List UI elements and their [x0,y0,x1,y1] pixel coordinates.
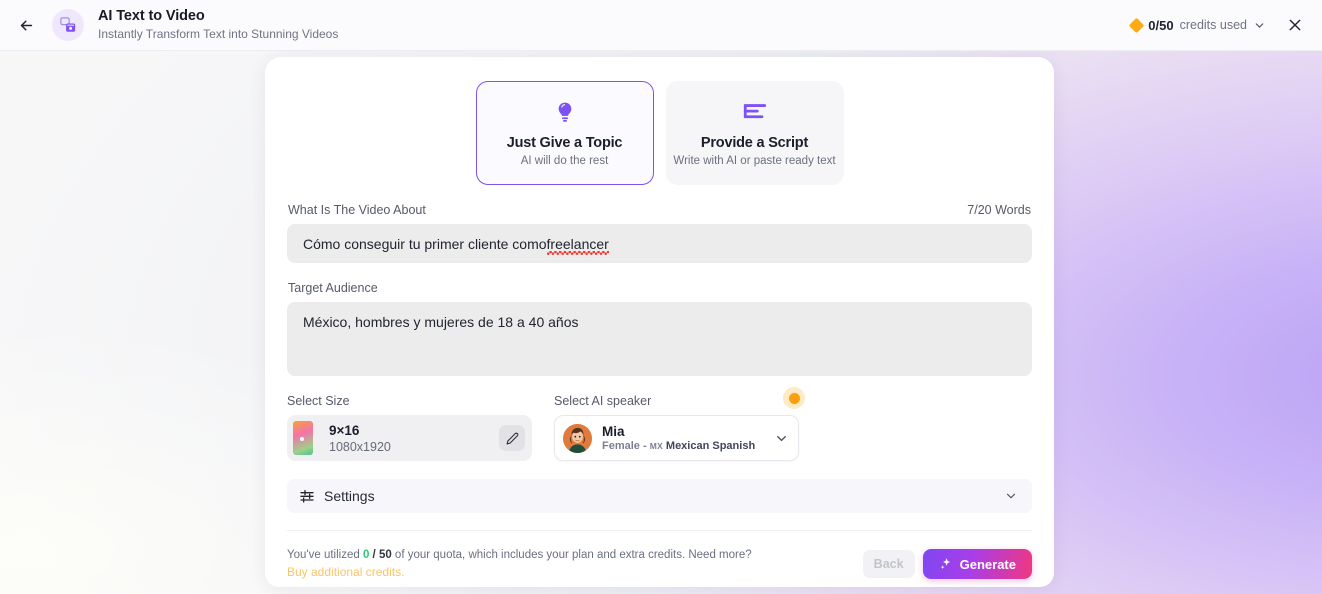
size-selector[interactable]: 9×16 1080x1920 [287,415,532,461]
app-icon [52,9,84,41]
lightbulb-glyph [558,102,571,122]
mode-title: Just Give a Topic [506,135,623,151]
mode-subtitle: Write with AI or paste ready text [673,155,836,167]
mode-subtitle: AI will do the rest [520,155,609,167]
avatar-illustration [563,423,592,453]
mode-selector: Just Give a Topic AI will do the rest Pr… [287,81,1032,185]
arrow-left-icon [20,20,32,30]
size-edit-button[interactable] [499,425,525,451]
topic-field: What Is The Video About 7/20 Words Cómo … [287,203,1032,263]
page-subtitle: Instantly Transform Text into Stunning V… [98,27,339,41]
speaker-text: Mia Female - MX Mexican Spanish [602,424,774,452]
topic-label: What Is The Video About [288,203,426,217]
speaker-gender: Female - [602,440,650,452]
audience-field: Target Audience México, hombres y mujere… [287,281,1032,376]
header-titles: AI Text to Video Instantly Transform Tex… [98,8,1131,42]
avatar [563,423,592,453]
credits-indicator[interactable]: 0/50 credits used [1129,17,1266,33]
size-resolution: 1080x1920 [329,439,391,454]
premium-badge [783,387,805,409]
card-footer: You've utilized 0 / 50 of your quota, wh… [287,545,1032,581]
video-app-icon [60,17,76,32]
settings-accordion[interactable]: Settings [287,479,1032,513]
script-lines-glyph [743,104,766,119]
back-step-button[interactable]: Back [862,550,915,578]
size-text: 9×16 1080x1920 [329,423,499,454]
app-header: AI Text to Video Instantly Transform Tex… [0,0,1322,51]
size-thumbnail [293,421,313,455]
topic-input-misspelled-word: freelancer [546,235,610,255]
quota-total: 50 [378,549,392,561]
topic-input-value: Cómo conseguir tu primer cliente como [303,235,547,252]
speaker-language: Mexican Spanish [665,440,756,452]
quota-prefix: You've utilized [287,549,363,561]
size-label: Select Size [287,394,350,408]
speaker-country-code: MX [649,441,663,451]
topic-input[interactable]: Cómo conseguir tu primer cliente como fr… [287,224,1032,263]
mode-card-topic[interactable]: Just Give a Topic AI will do the rest [475,81,654,185]
generate-button[interactable]: Generate [922,549,1032,579]
size-ratio: 9×16 [329,422,360,438]
chevron-down-icon [777,435,786,441]
credits-label: credits used [1179,18,1247,32]
speaker-meta: Female - MX Mexican Spanish [602,440,774,452]
audience-field-header: Target Audience [287,281,1032,302]
chevron-down-icon [1006,493,1016,499]
topic-word-counter: 7/20 Words [967,203,1031,217]
size-and-speaker-row: Select Size 9×16 1080x1920 Select AI spe… [287,387,1032,461]
sliders-icon [300,490,314,503]
settings-label: Settings [324,488,375,504]
footer-actions: Back Generate [862,545,1032,579]
mode-card-script[interactable]: Provide a Script Write with AI or paste … [665,81,844,185]
premium-dot-icon [788,392,800,404]
close-button[interactable] [1282,12,1308,38]
quota-separator: / [369,549,379,561]
size-column: Select Size 9×16 1080x1920 [287,394,532,461]
audience-label: Target Audience [288,281,378,295]
close-icon [1289,19,1301,31]
diamond-icon [1129,17,1145,33]
lightbulb-icon [555,99,575,127]
sparkle-icon [940,558,950,570]
back-button[interactable] [10,9,42,41]
credits-value: 0/50 [1148,17,1174,33]
main-card: Just Give a Topic AI will do the rest Pr… [265,57,1054,587]
audience-textarea[interactable]: México, hombres y mujeres de 18 a 40 año… [287,302,1032,376]
footer-divider [287,530,1032,531]
speaker-name: Mia [602,424,625,439]
mode-title: Provide a Script [700,135,809,151]
generate-label: Generate [959,556,1016,572]
script-lines-icon [742,99,768,127]
topic-field-header: What Is The Video About 7/20 Words [287,203,1032,224]
buy-credits-link[interactable]: Buy additional credits. [287,564,404,581]
page-title: AI Text to Video [98,8,205,24]
quota-text: You've utilized 0 / 50 of your quota, wh… [287,547,863,563]
chevron-down-icon [1255,22,1264,28]
pencil-icon [506,432,518,444]
quota-suffix: of your quota, which includes your plan … [391,549,752,561]
speaker-column: Select AI speaker Mia Female - MX Mexica… [554,387,805,461]
speaker-selector[interactable]: Mia Female - MX Mexican Spanish [554,387,805,461]
quota-info: You've utilized 0 / 50 of your quota, wh… [287,545,863,581]
speaker-label: Select AI speaker [554,394,652,408]
